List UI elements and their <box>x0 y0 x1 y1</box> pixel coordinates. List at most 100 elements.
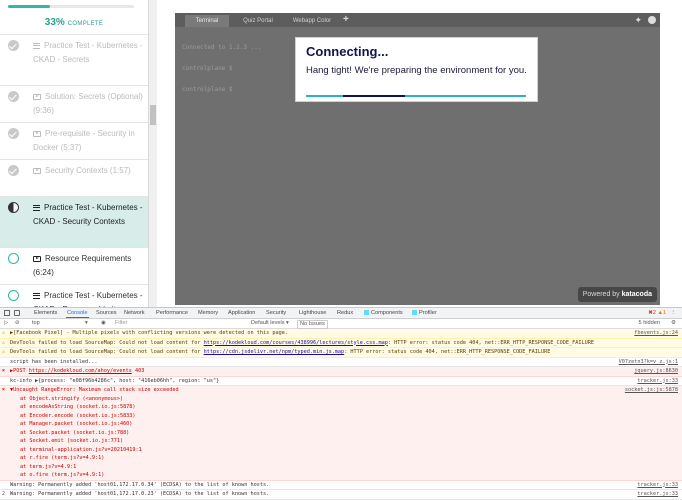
console-message[interactable]: ✖ ▶POST https://kodekloud.com/ahoy/events… <box>0 367 682 377</box>
warning-icon: ⚠ <box>2 330 6 336</box>
lesson-title: Solution: Secrets (Optional) (9:36) <box>33 92 143 115</box>
console-counts[interactable]: ✖2 ▲1 <box>648 308 666 318</box>
console-message[interactable]: kc-info ▶{process: "e08f96b4286c", host:… <box>0 377 682 386</box>
screen: 33% COMPLETE Practice Test - Kubernetes -… <box>0 0 682 500</box>
completed-check-icon <box>8 165 19 176</box>
stack-frame[interactable]: at terminal-application.js?v=20210419:1 <box>10 446 634 455</box>
tab-performance[interactable]: Performance <box>156 308 188 318</box>
tab-console[interactable]: Console <box>66 308 89 318</box>
gear-icon[interactable]: ⚙ <box>671 319 676 328</box>
lesson-item[interactable]: Pre-requisite - Security in Docker (5:37… <box>0 123 148 160</box>
console-message[interactable]: ⚠ DevTools failed to load SourceMap: Coul… <box>0 348 682 358</box>
lesson-item[interactable]: Solution: Secrets (Optional) (9:36) <box>0 86 148 123</box>
tab-elements[interactable]: Elements <box>34 308 57 318</box>
tab-network[interactable]: Network <box>124 308 145 318</box>
lesson-title: Pre-requisite - Security in Docker (5:37… <box>33 129 135 152</box>
device-toolbar-icon[interactable] <box>14 310 20 316</box>
inspect-element-icon[interactable] <box>4 310 10 316</box>
stack-frame[interactable]: at Socket.emit (socket.io.js:771) <box>10 437 634 446</box>
stack-frame[interactable]: at Encoder.encode (socket.io.js:5833) <box>10 412 634 421</box>
console-message[interactable]: Warning: Permanently added 'host01,172.1… <box>0 481 682 490</box>
stack-frame[interactable]: at Manager.packet (socket.io.js:460) <box>10 420 634 429</box>
completed-check-icon <box>8 91 19 102</box>
lesson-item[interactable]: Security Contexts (1:57) <box>0 160 148 197</box>
incomplete-circle-icon <box>8 290 19 301</box>
source-link[interactable]: V07zetn3?k=v_z.js:1 <box>619 358 678 367</box>
lesson-text: Solution: Secrets (Optional) (9:36) <box>33 86 144 118</box>
gear-icon[interactable] <box>648 16 656 24</box>
lesson-text: Practice Test - Kubernetes - CKAD - Secu… <box>33 197 144 229</box>
terminal-line: controlplane $ <box>182 65 233 72</box>
log-levels-select[interactable]: Default levels <box>251 319 285 328</box>
lesson-title: Practice Test - Kubernetes - CKAD - Reso… <box>33 291 143 307</box>
source-link[interactable]: fbevents.js:24 <box>634 329 678 338</box>
sidebar-scrollbar[interactable] <box>149 0 157 307</box>
filter-input[interactable]: Filter <box>115 319 127 328</box>
clear-console-icon[interactable]: ⊘ <box>15 319 20 328</box>
message-text: script has been installed... <box>10 358 98 365</box>
message-text: DevTools failed to load SourceMap: Could… <box>10 339 204 346</box>
console-message[interactable]: ⚠ DevTools failed to load SourceMap: Coul… <box>0 338 682 348</box>
stack-frame[interactable]: at Object.stringify (<anonymous>) <box>10 395 634 404</box>
console-message[interactable]: ⚠ ▶[Facebook Pixel] - Multiple pixels wit… <box>0 329 682 339</box>
stack-frame[interactable]: at encodeAsString (socket.io.js:5878) <box>10 403 634 412</box>
console-message[interactable]: ✖ ▼Uncaught RangeError: Maximum call stac… <box>0 386 682 481</box>
tab-redux[interactable]: Redux <box>337 308 353 318</box>
lesson-item[interactable]: Practice Test - Kubernetes - CKAD - Secr… <box>0 35 148 86</box>
context-select[interactable]: top <box>32 319 40 328</box>
tab-webapp-color[interactable]: Webapp Color <box>285 15 339 27</box>
lesson-title: Practice Test - Kubernetes - CKAD - Secr… <box>33 41 143 64</box>
message-link[interactable]: https://kodekloud.com/ahoy/events <box>29 368 132 374</box>
stack-frame[interactable]: at term.js?v=4.9:1 <box>10 463 634 472</box>
console-message[interactable]: script has been installed... V07zetn3?k=v… <box>0 358 682 367</box>
lesson-item[interactable]: Practice Test - Kubernetes - CKAD - Reso… <box>0 285 148 307</box>
lesson-text: Practice Test - Kubernetes - CKAD - Reso… <box>33 285 144 307</box>
lesson-list: Practice Test - Kubernetes - CKAD - Secr… <box>0 35 148 307</box>
source-link[interactable]: tracker.js:33 <box>637 481 678 490</box>
source-link[interactable]: tracker.js:33 <box>637 490 678 499</box>
message-text: Warning: Permanently added 'host01,172.1… <box>10 481 270 488</box>
source-link[interactable]: jquery.js:8630 <box>634 367 678 376</box>
incomplete-circle-icon <box>8 253 19 264</box>
tab-profiler-label: Profiler <box>419 310 437 316</box>
progress-label: COMPLETE <box>67 21 104 27</box>
scrollbar-thumb[interactable] <box>150 105 156 125</box>
tab-terminal[interactable]: Terminal <box>185 15 229 27</box>
source-link[interactable]: socket.js:js:5878 <box>625 386 678 395</box>
completed-check-icon <box>8 128 19 139</box>
stack-frame[interactable]: at o.fire (term.js?v=4.9:1) <box>10 471 634 480</box>
progress-text: 33% COMPLETE <box>8 17 140 28</box>
console-log[interactable]: ⚠ ▶[Facebook Pixel] - Multiple pixels wit… <box>0 329 682 500</box>
terminal-output[interactable]: Connected to 1.2.3 ... controlplane $ co… <box>182 30 261 107</box>
console-toolbar: ▷ ⊘ top ▾ ◉ Filter Default levels ▾ No I… <box>0 319 682 329</box>
tab-lighthouse[interactable]: Lighthouse <box>299 308 326 318</box>
stack-frame[interactable]: at r.fire (term.js?v=4.9:1) <box>10 454 634 463</box>
tab-application[interactable]: Application <box>228 308 255 318</box>
error-icon: ✖ <box>2 368 6 374</box>
tab-components[interactable]: Components <box>364 308 403 318</box>
add-tab-button[interactable]: + <box>343 14 349 25</box>
chevron-down-icon[interactable]: ▾ <box>85 319 88 328</box>
message-text: 403 <box>131 368 145 374</box>
lesson-item[interactable]: Resource Requirements (6:24) <box>0 248 148 285</box>
error-count: 2 <box>652 310 656 316</box>
chevron-down-icon[interactable]: ▾ <box>286 319 289 328</box>
lesson-item[interactable]: Practice Test - Kubernetes - CKAD - Secu… <box>0 197 148 248</box>
tab-memory[interactable]: Memory <box>198 308 218 318</box>
tab-sources[interactable]: Sources <box>96 308 117 318</box>
tab-profiler[interactable]: Profiler <box>412 308 437 318</box>
more-menu-icon[interactable]: ⋮ <box>670 308 676 318</box>
tab-security[interactable]: Security <box>266 308 286 318</box>
console-message[interactable]: 2 Warning: Permanently added 'host01,172.… <box>0 490 682 500</box>
react-icon <box>412 309 417 315</box>
message-link[interactable]: https://kodekloud.com/courses/438996/lec… <box>204 340 388 346</box>
stack-frame[interactable]: at Socket.packet (socket.io.js:788) <box>10 429 634 438</box>
source-link[interactable]: tracker.js:33 <box>637 377 678 386</box>
issues-badge[interactable]: No Issues <box>297 320 328 329</box>
tab-quiz-portal[interactable]: Quiz Portal <box>233 15 283 27</box>
eye-icon[interactable]: ◉ <box>101 319 106 328</box>
sidebar-toggle-icon[interactable]: ▷ <box>4 319 8 328</box>
progress-percent: 33% <box>44 17 65 28</box>
message-link[interactable]: https://cdn.jsdelivr.net/npm/typed.min.j… <box>204 349 345 355</box>
powered-by-badge[interactable]: Powered by katacoda <box>577 287 657 302</box>
